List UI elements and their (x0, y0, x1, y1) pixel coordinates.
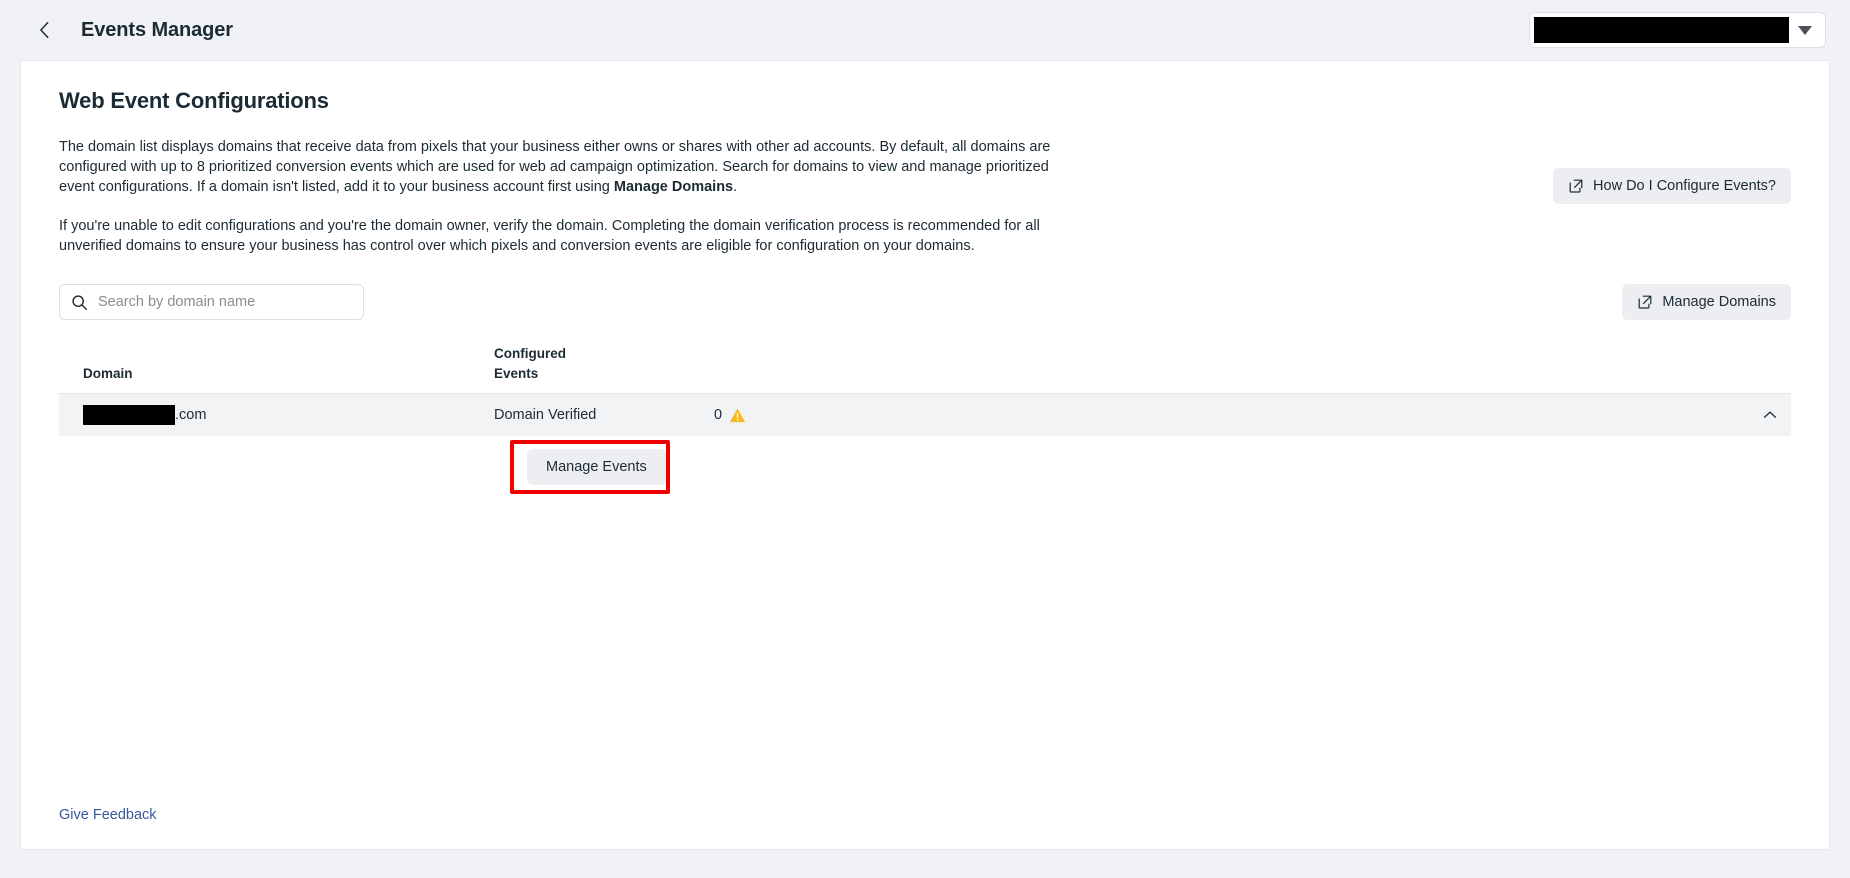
how-do-i-configure-events-button[interactable]: How Do I Configure Events? (1553, 168, 1791, 204)
manage-domains-emphasis: Manage Domains (613, 179, 734, 195)
cell-configured-events: 0 (714, 407, 974, 424)
configured-events-line2: Events (494, 366, 539, 381)
manage-events-button[interactable]: Manage Events (527, 449, 666, 485)
back-button[interactable] (28, 13, 62, 47)
domains-table: Domain Configured Events .com Domain Ver… (59, 344, 1791, 498)
give-feedback-link[interactable]: Give Feedback (59, 807, 157, 823)
help-button-label: How Do I Configure Events? (1593, 178, 1776, 194)
configured-events-count: 0 (714, 407, 723, 423)
cell-domain: .com (59, 405, 494, 425)
search-icon (72, 294, 88, 310)
external-link-icon (1638, 295, 1652, 309)
search-row: Manage Domains (59, 284, 1791, 320)
intro-p1-text-b: . (733, 179, 738, 195)
manage-domains-button[interactable]: Manage Domains (1622, 284, 1791, 320)
row-collapse-toggle[interactable] (1759, 404, 1781, 426)
card-title: Web Event Configurations (59, 88, 329, 113)
domain-name-redacted (83, 405, 175, 425)
page-title: Events Manager (81, 18, 233, 41)
chevron-left-icon (40, 21, 49, 39)
web-event-configurations-card: Web Event Configurations The domain list… (20, 60, 1830, 850)
search-box[interactable] (59, 284, 364, 320)
account-name-redacted (1534, 17, 1789, 43)
external-link-icon (1569, 179, 1583, 193)
account-selector[interactable] (1529, 12, 1826, 48)
manage-domains-label: Manage Domains (1662, 294, 1776, 310)
table-row-expanded-content: Manage Events (59, 436, 1791, 498)
search-input[interactable] (98, 294, 352, 310)
top-bar: Events Manager (0, 0, 1850, 60)
caret-down-icon (1798, 25, 1812, 35)
warning-triangle-icon (729, 408, 746, 422)
intro-text-block: The domain list displays domains that re… (59, 137, 1079, 256)
cell-domain-status: Domain Verified (494, 407, 597, 423)
column-header-domain: Domain (83, 366, 133, 381)
column-header-configured-events: Configured Events (494, 344, 754, 384)
table-header-row: Domain Configured Events (59, 344, 1791, 394)
intro-p1-text-a: The domain list displays domains that re… (59, 139, 1051, 195)
configured-events-line1: Configured (494, 346, 566, 361)
chevron-up-icon (1763, 411, 1777, 418)
domain-suffix: .com (175, 407, 207, 423)
intro-paragraph-1: The domain list displays domains that re… (59, 137, 1079, 197)
intro-paragraph-2: If you're unable to edit configurations … (59, 218, 1040, 254)
table-row[interactable]: .com Domain Verified 0 (59, 394, 1791, 436)
